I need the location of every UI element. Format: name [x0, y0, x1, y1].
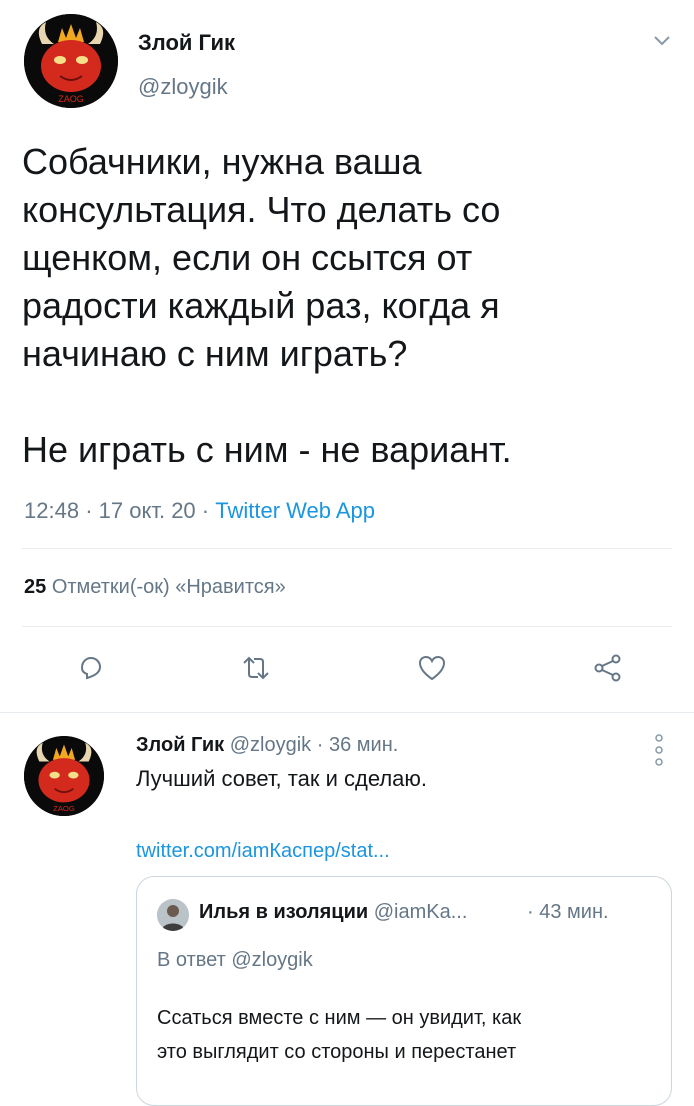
- divider: [22, 626, 672, 627]
- divider: [22, 548, 672, 549]
- reply-header: Злой Гик @zloygik · 36 мин.: [136, 734, 398, 757]
- tweet-text-line: щенком, если он ссытся от: [22, 237, 473, 278]
- avatar-label: ZAOG: [58, 94, 84, 104]
- tweet-text-line: Собачники, нужна ваша: [22, 141, 422, 182]
- person-avatar-icon: [157, 899, 189, 931]
- quoted-author-avatar: [157, 899, 189, 931]
- quoted-text: Ссаться вместе с ним — он увидит, как эт…: [157, 1001, 521, 1069]
- share-button[interactable]: [586, 646, 630, 690]
- reply-button[interactable]: [68, 646, 112, 690]
- quoted-tweet-card[interactable]: Илья в изоляции @iamKa... · 43 мин. В от…: [136, 876, 672, 1106]
- more-options-icon[interactable]: [650, 730, 668, 770]
- share-icon: [594, 654, 621, 682]
- reply-text: Лучший совет, так и сделаю.: [136, 766, 428, 791]
- tweet-text-line: консультация. Что делать со: [22, 189, 501, 230]
- tweet-text-line: Не играть с ним - не вариант.: [22, 429, 512, 470]
- reply-link[interactable]: twitter.com/iamКаспер/stat...: [136, 840, 390, 863]
- quoted-reply-to: В ответ @zloygik: [157, 949, 313, 971]
- retweet-icon: [243, 656, 269, 680]
- quoted-text-line: Ссаться вместе с ним — он увидит, как: [157, 1007, 522, 1029]
- likes-count: 25: [24, 576, 47, 598]
- like-icon: [418, 655, 446, 681]
- like-button[interactable]: [410, 646, 454, 690]
- quoted-author-name: Илья в изоляции: [199, 901, 369, 923]
- reply-author-name[interactable]: Злой Гик: [136, 734, 224, 756]
- retweet-button[interactable]: [234, 646, 278, 690]
- chevron-down-icon[interactable]: [650, 28, 674, 52]
- tweet-text: Собачники, нужна ваша консультация. Что …: [22, 138, 662, 474]
- author-handle[interactable]: @zloygik: [138, 74, 228, 100]
- tweet-text-line: [22, 378, 662, 426]
- section-separator: [0, 712, 694, 713]
- quoted-time-value: 43 мин.: [539, 901, 609, 923]
- meta-separator: ·: [527, 901, 540, 923]
- tweet-meta: 12:48 · 17 окт. 20 · Twitter Web App: [24, 498, 375, 524]
- devil-avatar-icon: ZAOG: [24, 736, 104, 816]
- quoted-text-line: это выглядит со стороны и перестанет: [157, 1041, 517, 1063]
- reply-author-avatar[interactable]: ZAOG: [24, 736, 104, 816]
- quoted-header: Илья в изоляции @iamKa...: [199, 901, 467, 924]
- meta-separator: ·: [316, 734, 329, 756]
- devil-avatar-icon: ZAOG: [24, 14, 118, 108]
- reply-time[interactable]: 36 мин.: [329, 734, 398, 756]
- tweet-date[interactable]: 17 окт. 20: [99, 498, 196, 523]
- reply-icon: [80, 656, 102, 680]
- reply-author-handle[interactable]: @zloygik: [230, 734, 311, 756]
- author-avatar[interactable]: ZAOG: [24, 14, 118, 108]
- quoted-author-handle: @iamKa...: [373, 901, 468, 923]
- avatar-label: ZAOG: [53, 804, 75, 813]
- likes-label: Отметки(-ок) «Нравится»: [51, 576, 286, 598]
- tweet-text-line: начинаю с ним играть?: [22, 333, 408, 374]
- meta-separator: ·: [85, 498, 99, 523]
- tweet-text-line: радости каждый раз, когда я: [22, 285, 500, 326]
- tweet-source-link[interactable]: Twitter Web App: [215, 498, 375, 523]
- quoted-time: · 43 мин.: [527, 901, 609, 924]
- meta-separator: ·: [201, 498, 216, 523]
- likes-summary[interactable]: 25 Отметки(-ок) «Нравится»: [24, 576, 286, 599]
- tweet-time[interactable]: 12:48: [24, 498, 79, 523]
- author-name[interactable]: Злой Гик: [138, 30, 235, 56]
